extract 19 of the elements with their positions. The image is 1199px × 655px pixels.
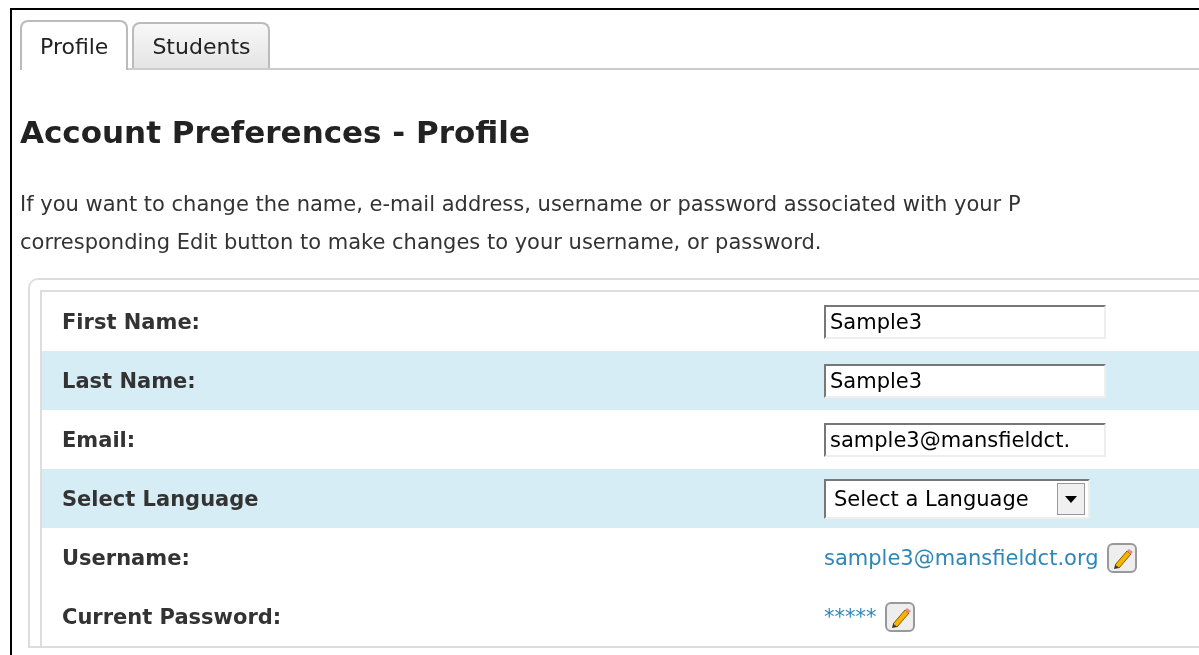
input-field[interactable]: Sample3 (824, 304, 1106, 339)
field-label: First Name: (61, 309, 202, 334)
tab[interactable]: Students (132, 22, 271, 68)
field-label: Email: (61, 427, 137, 452)
tab[interactable]: Profile (20, 20, 129, 70)
page-heading: Account Preferences - Profile (20, 114, 531, 150)
language-dropdown[interactable]: Select a Language (824, 478, 1090, 519)
field-label: Username: (61, 545, 191, 570)
value-link[interactable]: ***** (824, 604, 877, 629)
field-label: Select Language (61, 486, 260, 511)
field-label: Last Name: (61, 368, 197, 393)
field-label: Current Password: (61, 604, 283, 629)
pencil-icon[interactable] (1106, 542, 1137, 573)
pencil-icon[interactable] (884, 601, 915, 632)
input-field[interactable]: Sample3 (824, 363, 1106, 398)
input-field[interactable]: sample3@mansfieldct. (824, 422, 1106, 457)
value-link[interactable]: sample3@mansfieldct.org (824, 545, 1099, 570)
intro-text: If you want to change the name, e-mail address, username or password associated with your P (20, 192, 1022, 216)
intro-text: corresponding Edit button to make changes to your username, or password. (20, 230, 823, 254)
